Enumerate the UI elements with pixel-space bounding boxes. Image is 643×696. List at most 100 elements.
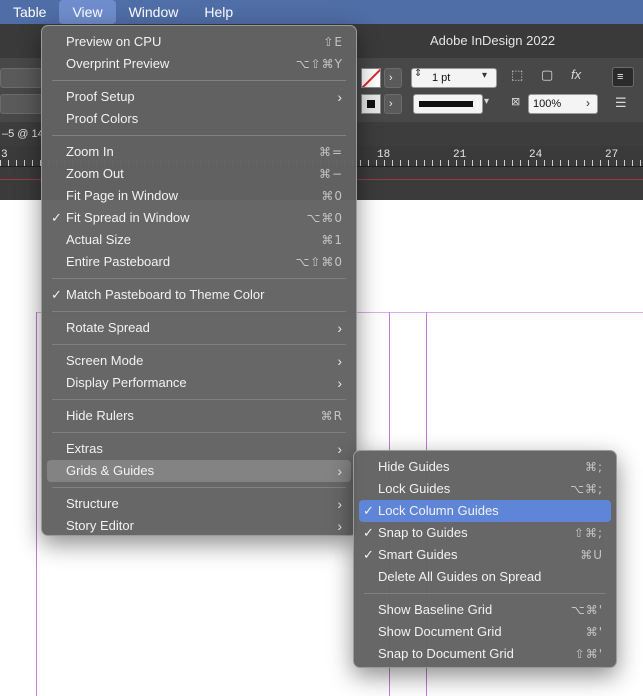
stroke-weight-value: 1 pt [432,72,451,84]
menu-item-overprint-preview[interactable]: Overprint Preview ⌥⇧⌘Y [47,53,351,75]
menu-separator [52,399,346,400]
menu-item-rotate-spread[interactable]: Rotate Spread › [47,317,351,339]
chevron-down-icon[interactable]: ▾ [484,96,489,107]
menu-item-label: Match Pasteboard to Theme Color [66,287,265,302]
stroke-type-sample[interactable] [413,94,483,114]
shortcut-text: ⌘R [320,409,343,423]
stroke-swatch-black[interactable] [361,94,381,114]
menu-item-delete-all-guides[interactable]: Delete All Guides on Spread [359,566,611,588]
shortcut-text: ⌘1 [321,233,343,247]
opacity-value: 100% [533,98,562,110]
menu-item-show-baseline-grid[interactable]: Show Baseline Grid ⌥⌘' [359,599,611,621]
stroke-swatch-menu-button[interactable]: › [384,94,402,114]
menu-item-label: Structure [66,496,119,511]
menu-item-label: Lock Column Guides [378,503,499,518]
menu-item-hide-rulers[interactable]: Hide Rulers ⌘R [47,405,351,427]
menu-separator [52,344,346,345]
menu-item-label: Snap to Guides [378,525,468,540]
menu-item-smart-guides[interactable]: ✓ Smart Guides ⌘U [359,544,611,566]
menu-item-label: Hide Rulers [66,408,134,423]
menu-item-screen-mode[interactable]: Screen Mode › [47,350,351,372]
menu-item-label: Display Performance [66,375,187,390]
menu-separator [52,278,346,279]
menu-item-proof-colors[interactable]: Proof Colors [47,108,351,130]
menu-item-label: Show Baseline Grid [378,602,493,617]
stepper-icon[interactable]: ⇕ [414,68,422,79]
menu-item-lock-column-guides[interactable]: ✓ Lock Column Guides [359,500,611,522]
menu-item-lock-guides[interactable]: Lock Guides ⌥⌘; [359,478,611,500]
menu-separator [364,593,606,594]
menu-item-label: Actual Size [66,232,132,247]
menu-item-label: Zoom Out [66,166,124,181]
menu-window[interactable]: Window [116,0,192,24]
shortcut-text: ⌘' [585,625,603,639]
frame-fitting-icon[interactable]: ⬚ [511,67,523,83]
shortcut-text: ⌥⌘; [570,482,603,496]
menu-item-snap-to-document-grid[interactable]: Snap to Document Grid ⇧⌘' [359,643,611,665]
app-title: Adobe InDesign 2022 [430,33,556,48]
menu-item-label: Proof Colors [66,111,139,126]
chevron-right-icon: › [337,89,342,105]
menu-item-hide-guides[interactable]: Hide Guides ⌘; [359,456,611,478]
menu-separator [52,311,346,312]
menu-item-label: Extras [66,441,103,456]
fill-swatch-none[interactable] [361,68,381,88]
menu-separator [52,487,346,488]
checkmark-icon: ✓ [363,547,374,562]
menu-item-zoom-out[interactable]: Zoom Out ⌘− [47,163,351,185]
shortcut-text: ⇧⌘; [573,526,603,540]
shortcut-text: ⌥⌘0 [306,211,343,225]
menu-item-display-performance[interactable]: Display Performance › [47,372,351,394]
chevron-right-icon: › [389,98,393,110]
menu-item-label: Rotate Spread [66,320,150,335]
menu-view[interactable]: View [59,0,116,24]
checkmark-icon: ✓ [51,287,62,302]
menu-item-actual-size[interactable]: Actual Size ⌘1 [47,229,351,251]
chevron-right-icon: › [337,320,342,336]
menu-item-label: Grids & Guides [66,463,155,478]
menu-item-entire-pasteboard[interactable]: Entire Pasteboard ⌥⇧⌘0 [47,251,351,273]
checkmark-icon: ✓ [363,525,374,540]
shortcut-text: ⌥⇧⌘Y [295,57,343,71]
menu-item-story-editor[interactable]: Story Editor › [47,515,351,537]
drop-shadow-icon[interactable]: ▢ [541,67,553,83]
chevron-down-icon[interactable]: ▾ [482,70,487,81]
menu-item-proof-setup[interactable]: Proof Setup › [47,86,351,108]
menu-item-fit-page[interactable]: Fit Page in Window ⌘0 [47,185,351,207]
fill-swatch-menu-button[interactable]: › [384,68,402,88]
menu-separator [52,80,346,81]
text-wrap-icon[interactable]: ☰ [615,95,627,111]
y-position-field[interactable] [0,94,42,114]
menu-item-snap-to-guides[interactable]: ✓ Snap to Guides ⇧⌘; [359,522,611,544]
checkmark-icon: ✓ [363,503,374,518]
menu-item-match-pasteboard[interactable]: ✓ Match Pasteboard to Theme Color [47,284,351,306]
chevron-right-icon: › [389,72,393,84]
menu-item-label: Zoom In [66,144,114,159]
menu-item-zoom-in[interactable]: Zoom In ⌘= [47,141,351,163]
grids-guides-submenu: Hide Guides ⌘; Lock Guides ⌥⌘; ✓ Lock Co… [353,450,617,668]
menu-item-label: Hide Guides [378,459,450,474]
menu-table[interactable]: Table [0,0,59,24]
checkmark-icon: ✓ [51,210,62,225]
chevron-right-icon[interactable]: › [586,96,590,110]
menubar: Table View Window Help [0,0,643,24]
menu-item-label: Snap to Document Grid [378,646,514,661]
menu-item-label: Entire Pasteboard [66,254,171,269]
menu-item-preview-on-cpu[interactable]: Preview on CPU ⇧E [47,31,351,53]
menu-item-grids-guides[interactable]: Grids & Guides › [47,460,351,482]
x-position-field[interactable] [0,68,42,88]
shortcut-text: ⌘; [584,460,603,474]
menu-item-label: Delete All Guides on Spread [378,569,542,584]
menu-item-label: Story Editor [66,518,134,533]
effects-fx-icon[interactable]: fx [571,67,581,82]
menu-item-structure[interactable]: Structure › [47,493,351,515]
chevron-right-icon: › [337,463,342,479]
shortcut-text: ⌘− [318,167,343,181]
menu-item-show-document-grid[interactable]: Show Document Grid ⌘' [359,621,611,643]
chevron-right-icon: › [337,353,342,369]
menu-item-fit-spread[interactable]: ✓ Fit Spread in Window ⌥⌘0 [47,207,351,229]
menu-item-extras[interactable]: Extras › [47,438,351,460]
menu-help[interactable]: Help [191,0,246,24]
menu-item-label: Fit Spread in Window [66,210,190,225]
align-icon[interactable]: ≡ [612,67,634,87]
